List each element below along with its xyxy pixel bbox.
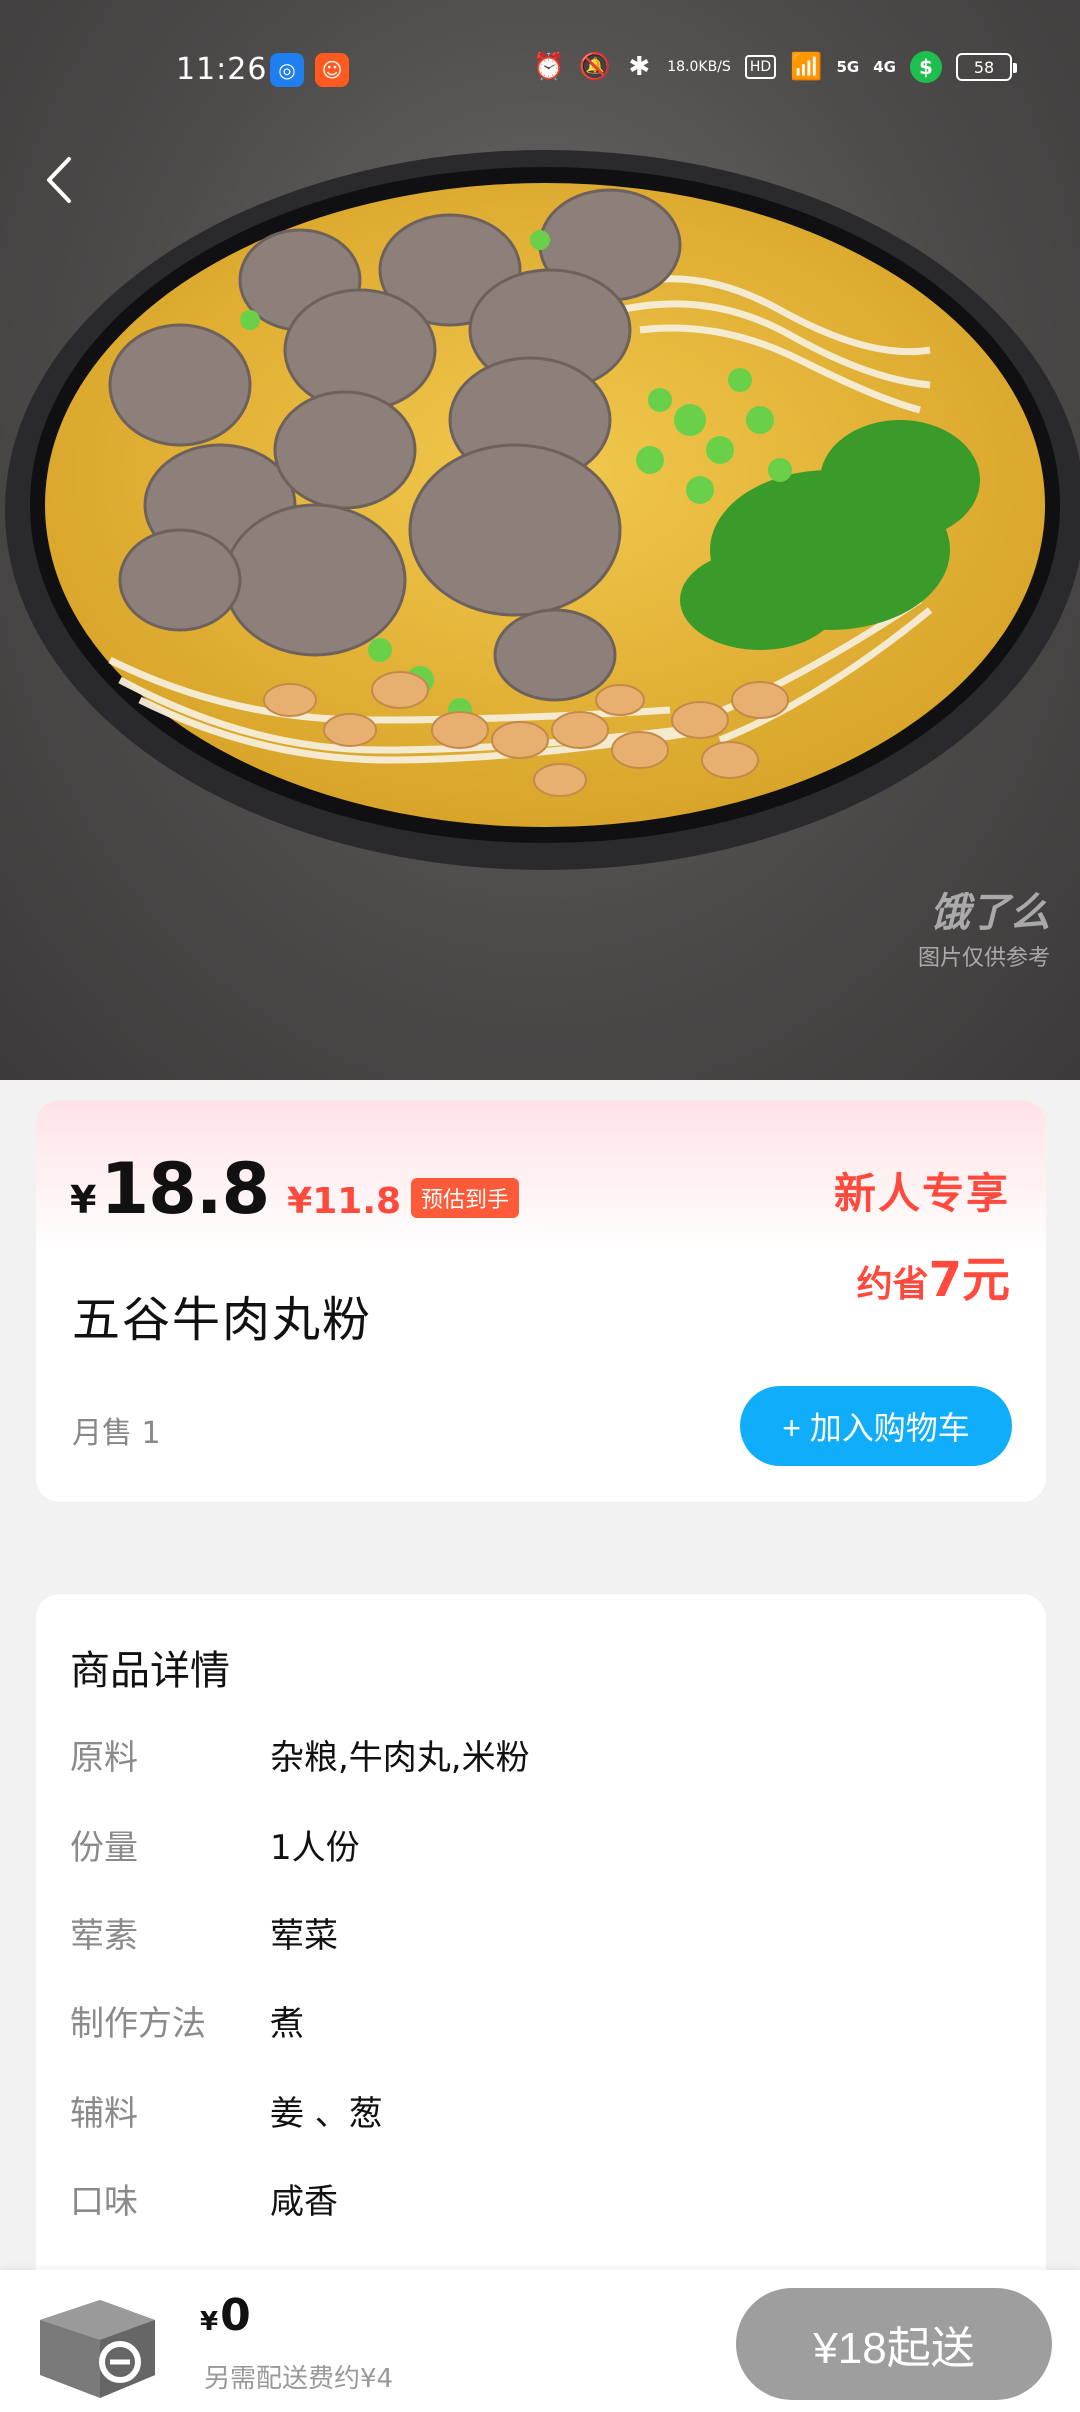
attribute-label: 口味 bbox=[70, 2182, 138, 2222]
attribute-value: 煮 bbox=[270, 2004, 304, 2044]
watermark-note: 图片仅供参考 bbox=[917, 946, 1050, 971]
dollar-icon: $ bbox=[910, 51, 942, 83]
image-watermark: 饿了么 图片仅供参考 bbox=[918, 880, 1050, 972]
attribute-label: 辅料 bbox=[70, 2094, 138, 2134]
attribute-value: 咸香 bbox=[270, 2182, 338, 2222]
battery-icon: 58 bbox=[956, 53, 1017, 81]
back-button[interactable] bbox=[28, 150, 88, 210]
net-speed-indicator: 18.0 KB/S bbox=[667, 59, 731, 75]
new-user-promo-title: 新人专享 bbox=[833, 1169, 1010, 1218]
wifi-icon: 📶 bbox=[790, 52, 823, 82]
cart-bar: ¥ 0 另需配送费约¥4 ¥18起送 bbox=[0, 2270, 1080, 2412]
price-row: ¥ 18.8 ¥11.8 预估到手 bbox=[70, 1148, 520, 1230]
details-title: 商品详情 bbox=[70, 1648, 230, 1694]
status-bar: 11:26 ◎ ☺ ⏰ 🔕 ✱ 18.0 KB/S HD 📶 5G 4G $ 58 bbox=[0, 0, 1080, 140]
attribute-row: 口味 咸香 bbox=[70, 2174, 338, 2223]
cart-box-icon[interactable] bbox=[30, 2280, 160, 2400]
bluetooth-icon: ✱ bbox=[628, 52, 651, 82]
chevron-left-icon bbox=[47, 157, 71, 203]
attribute-label: 原料 bbox=[70, 1738, 138, 1778]
notification-app-icon: ◎ bbox=[270, 53, 304, 87]
currency-symbol: ¥ bbox=[70, 1178, 97, 1222]
alarm-icon: ⏰ bbox=[532, 52, 565, 82]
eleme-watermark-logo: 饿了么 bbox=[930, 890, 1050, 936]
noodle-bowl-image bbox=[5, 150, 1080, 870]
cart-total: ¥ 0 bbox=[200, 2290, 251, 2341]
attribute-label: 荤素 bbox=[70, 1916, 138, 1956]
price-card: ¥ 18.8 ¥11.8 预估到手 新人专享 约省7元 五谷牛肉丸粉 月售 1 … bbox=[36, 1100, 1046, 1502]
estimated-price-tag: 预估到手 bbox=[411, 1178, 520, 1218]
attribute-value: 1人份 bbox=[270, 1828, 360, 1868]
mute-icon: 🔕 bbox=[578, 52, 612, 82]
product-photo: 11:26 ◎ ☺ ⏰ 🔕 ✱ 18.0 KB/S HD 📶 5G 4G $ 58… bbox=[0, 0, 1080, 1080]
estimated-price: ¥11.8 bbox=[287, 1181, 402, 1222]
hd-voice-icon: HD bbox=[744, 55, 777, 79]
add-to-cart-button[interactable]: + 加入购物车 bbox=[740, 1386, 1012, 1466]
attribute-row: 原料 杂粮,牛肉丸,米粉 bbox=[70, 1730, 530, 1779]
cart-currency: ¥ bbox=[200, 2307, 219, 2337]
status-time: 11:26 bbox=[176, 52, 268, 87]
signal-4g-icon: 4G bbox=[873, 58, 896, 76]
attribute-row: 份量 1人份 bbox=[70, 1820, 360, 1869]
attribute-value: 姜 、葱 bbox=[270, 2094, 383, 2134]
attribute-value: 荤菜 bbox=[270, 1916, 338, 1956]
attribute-row: 荤素 荤菜 bbox=[70, 1908, 338, 1957]
attribute-row: 制作方法 煮 bbox=[70, 1996, 304, 2045]
minimum-order-button[interactable]: ¥18起送 bbox=[736, 2288, 1052, 2400]
attribute-label: 份量 bbox=[70, 1828, 138, 1868]
promo-savings: 约省7元 bbox=[856, 1252, 1010, 1308]
monthly-sales: 月售 1 bbox=[72, 1416, 161, 1451]
notification-app-icon: ☺ bbox=[315, 53, 349, 87]
cart-amount: 0 bbox=[220, 2290, 251, 2341]
product-name: 五谷牛肉丸粉 bbox=[72, 1292, 373, 1348]
delivery-fee-note: 另需配送费约¥4 bbox=[204, 2364, 394, 2394]
product-price: 18.8 bbox=[100, 1148, 270, 1230]
attribute-row: 辅料 姜 、葱 bbox=[70, 2086, 383, 2135]
attribute-value: 杂粮,牛肉丸,米粉 bbox=[270, 1738, 530, 1778]
signal-5g-icon: 5G bbox=[836, 58, 860, 76]
attribute-label: 制作方法 bbox=[70, 2004, 206, 2044]
